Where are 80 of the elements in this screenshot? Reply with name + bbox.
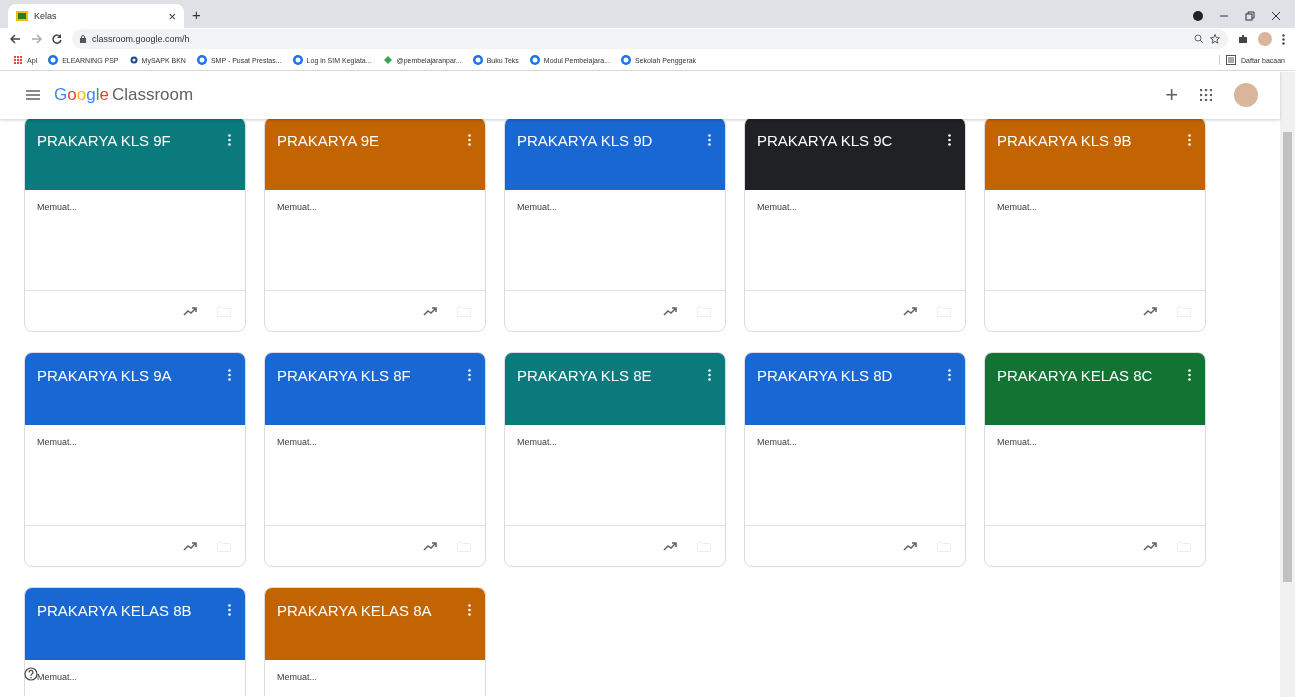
loading-text: Memuat... [37, 672, 77, 682]
class-name[interactable]: PRAKARYA KELAS 8A [277, 602, 466, 619]
loading-text: Memuat... [517, 437, 557, 447]
loading-text: Memuat... [37, 437, 77, 447]
loading-text: Memuat... [277, 437, 317, 447]
class-card[interactable]: PRAKARYA KLS 9B Memuat... [984, 119, 1206, 332]
loading-text: Memuat... [757, 202, 797, 212]
app-name: Classroom [111, 85, 194, 105]
trending-icon[interactable] [1143, 306, 1157, 316]
trending-icon[interactable] [663, 541, 677, 551]
add-button[interactable]: + [1165, 82, 1178, 108]
logo-text: Google [54, 85, 109, 105]
back-icon[interactable] [10, 34, 21, 44]
loading-text: Memuat... [37, 202, 77, 212]
classroom-icon [16, 11, 28, 21]
reload-icon[interactable] [52, 34, 62, 44]
close-icon[interactable] [1271, 11, 1281, 21]
globe-icon [621, 55, 631, 65]
class-name[interactable]: PRAKARYA KELAS 8C [997, 367, 1186, 384]
class-name[interactable]: PRAKARYA KLS 9A [37, 367, 226, 384]
globe-icon [48, 55, 59, 65]
class-name[interactable]: PRAKARYA KLS 9C [757, 132, 946, 149]
app-logo[interactable]: Google Classroom [54, 85, 194, 105]
help-icon[interactable] [24, 667, 38, 681]
trending-icon[interactable] [1143, 541, 1157, 551]
globe-icon [472, 55, 483, 65]
apps-icon[interactable] [1200, 89, 1212, 101]
class-card[interactable]: PRAKARYA KLS 8F Memuat... [264, 352, 486, 567]
class-card[interactable]: PRAKARYA KLS 9D Memuat... [504, 119, 726, 332]
globe-icon [529, 55, 540, 65]
class-card[interactable]: PRAKARYA 9E Memuat... [264, 119, 486, 332]
class-card[interactable]: PRAKARYA KELAS 8C Memuat... [984, 352, 1206, 567]
globe-icon [292, 55, 303, 65]
trending-icon[interactable] [423, 541, 437, 551]
tab-title: Kelas [34, 11, 58, 21]
class-card[interactable]: PRAKARYA KLS 8D Memuat... [744, 352, 966, 567]
loading-text: Memuat... [757, 437, 797, 447]
loading-text: Memuat... [277, 672, 317, 682]
loading-text: Memuat... [517, 202, 557, 212]
apps-icon [14, 55, 23, 65]
trending-icon[interactable] [183, 306, 197, 316]
trending-icon[interactable] [663, 306, 677, 316]
more-icon[interactable] [1282, 33, 1285, 45]
class-name[interactable]: PRAKARYA KLS 8E [517, 367, 706, 384]
globe-icon [196, 55, 207, 65]
class-card[interactable]: PRAKARYA KELAS 8B Memuat... [24, 587, 246, 696]
trending-icon[interactable] [423, 306, 437, 316]
trending-icon[interactable] [903, 306, 917, 316]
leaf-icon [382, 55, 393, 65]
lock-icon [80, 35, 86, 43]
class-name[interactable]: PRAKARYA KLS 8F [277, 367, 466, 384]
class-name[interactable]: PRAKARYA 9E [277, 132, 466, 149]
circle-icon [129, 56, 138, 64]
loading-text: Memuat... [997, 202, 1037, 212]
class-name[interactable]: PRAKARYA KLS 9D [517, 132, 706, 149]
class-card[interactable]: PRAKARYA KLS 9A Memuat... [24, 352, 246, 567]
restore-icon[interactable] [1245, 11, 1255, 21]
browser-tab[interactable]: Kelas × [8, 4, 184, 28]
star-icon[interactable] [1210, 34, 1220, 44]
class-card[interactable]: PRAKARYA KLS 8E Memuat... [504, 352, 726, 567]
new-tab-button[interactable]: + [192, 6, 201, 23]
trending-icon[interactable] [903, 541, 917, 551]
class-name[interactable]: PRAKARYA KLS 8D [757, 367, 946, 384]
menu-icon[interactable] [26, 90, 40, 100]
class-name[interactable]: PRAKARYA KELAS 8B [37, 602, 226, 619]
profile-icon[interactable] [1193, 11, 1203, 21]
address-bar[interactable]: classroom.google.com/h [72, 29, 1228, 49]
trending-icon[interactable] [183, 541, 197, 551]
class-name[interactable]: PRAKARYA KLS 9F [37, 132, 226, 149]
loading-text: Memuat... [997, 437, 1037, 447]
list-icon [1226, 55, 1236, 65]
zoom-icon[interactable] [1194, 34, 1204, 44]
scrollbar[interactable] [1280, 72, 1295, 697]
class-card[interactable]: PRAKARYA KELAS 8A Memuat... [264, 587, 486, 696]
class-card[interactable]: PRAKARYA KLS 9C Memuat... [744, 119, 966, 332]
class-card[interactable]: PRAKARYA KLS 9F Memuat... [24, 119, 246, 332]
more-icon[interactable] [946, 132, 953, 148]
close-tab-button[interactable]: × [168, 8, 176, 24]
loading-text: Memuat... [277, 202, 317, 212]
class-name[interactable]: PRAKARYA KLS 9B [997, 132, 1186, 149]
